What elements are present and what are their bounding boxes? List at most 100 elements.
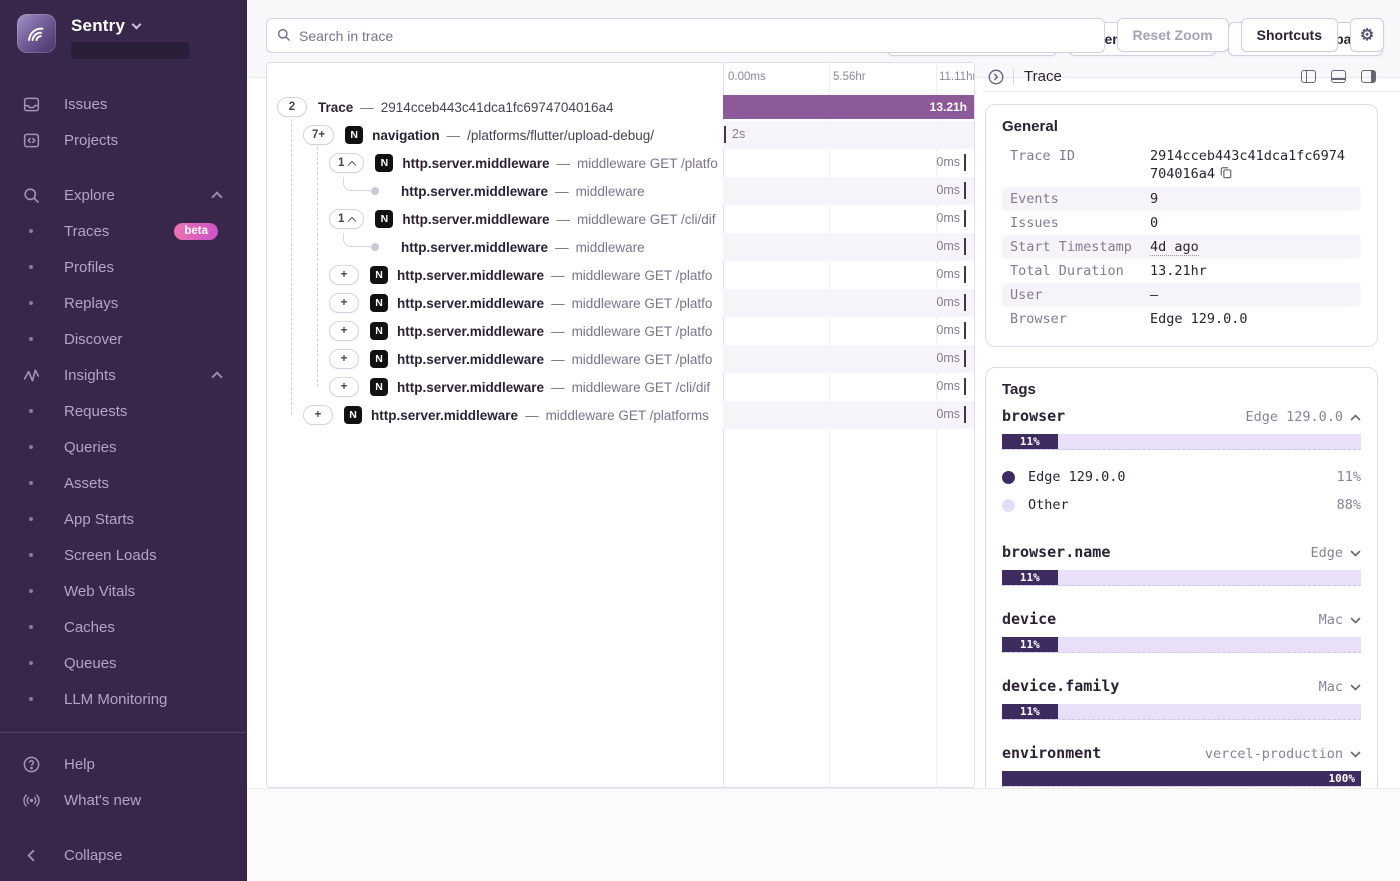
expand-children-pill[interactable]: + bbox=[329, 265, 359, 285]
tag-value-toggle[interactable]: vercel-production bbox=[1205, 746, 1361, 762]
tag-value-toggle[interactable]: Mac bbox=[1319, 679, 1361, 695]
trace-span-row[interactable]: +Nhttp.server.middleware—middleware GET … bbox=[267, 345, 974, 373]
trace-span-row[interactable]: +Nhttp.server.middleware—middleware GET … bbox=[267, 401, 974, 429]
timeline-tick-label: 5.56hr bbox=[833, 71, 866, 83]
issues-icon bbox=[22, 95, 41, 114]
expand-children-pill[interactable]: + bbox=[329, 321, 359, 341]
sidebar-item-what-s-new[interactable]: What's new bbox=[0, 782, 247, 818]
layout-left-icon[interactable] bbox=[1301, 70, 1316, 83]
sidebar-item-help[interactable]: Help bbox=[0, 746, 247, 782]
legend-row[interactable]: Other88% bbox=[1002, 491, 1361, 519]
sidebar-item-projects[interactable]: Projects bbox=[0, 122, 247, 158]
trace-span-row[interactable]: 7+Nnavigation—/platforms/flutter/upload-… bbox=[267, 121, 974, 149]
general-row-value: Edge 129.0.0 bbox=[1150, 310, 1248, 328]
sidebar-item-insights[interactable]: Insights bbox=[0, 357, 247, 393]
sidebar-divider bbox=[0, 732, 247, 733]
sidebar-item-explore[interactable]: Explore bbox=[0, 177, 247, 213]
shortcuts-button[interactable]: Shortcuts bbox=[1241, 18, 1338, 52]
tag-key: browser bbox=[1002, 407, 1065, 425]
sidebar-collapse-button[interactable]: Collapse bbox=[0, 837, 247, 873]
chevron-down-icon bbox=[1350, 612, 1361, 628]
copy-icon[interactable] bbox=[1220, 166, 1232, 184]
general-row-value: 0 bbox=[1150, 214, 1158, 232]
expand-children-pill[interactable]: 1 bbox=[329, 209, 364, 229]
sidebar-item-label: Projects bbox=[64, 132, 118, 149]
chevron-up-icon bbox=[211, 191, 222, 202]
sidebar-item-profiles[interactable]: Profiles bbox=[0, 249, 247, 285]
sidebar-item-screen-loads[interactable]: Screen Loads bbox=[0, 537, 247, 573]
span-separator: — bbox=[556, 156, 570, 171]
sidebar-item-web-vitals[interactable]: Web Vitals bbox=[0, 573, 247, 609]
tag-value-toggle[interactable]: Mac bbox=[1319, 612, 1361, 628]
tag-value-toggle[interactable]: Edge bbox=[1310, 545, 1361, 561]
general-row-browser: BrowserEdge 129.0.0 bbox=[1002, 307, 1361, 331]
sidebar-item-app-starts[interactable]: App Starts bbox=[0, 501, 247, 537]
tag-distribution-bar[interactable]: 11% bbox=[1002, 637, 1361, 653]
sidebar-item-issues[interactable]: Issues bbox=[0, 86, 247, 122]
legend-swatch-icon bbox=[1002, 499, 1015, 512]
trace-span-row[interactable]: http.server.middleware—middleware0ms bbox=[267, 233, 974, 261]
layout-right-icon[interactable] bbox=[1361, 70, 1376, 83]
trace-span-row[interactable]: +Nhttp.server.middleware—middleware GET … bbox=[267, 289, 974, 317]
tag-value-toggle[interactable]: Edge 129.0.0 bbox=[1245, 409, 1361, 425]
trace-span-row[interactable]: http.server.middleware—middleware0ms bbox=[267, 177, 974, 205]
tag-distribution-bar[interactable]: 11% bbox=[1002, 704, 1361, 720]
tag-distribution-bar[interactable]: 11% bbox=[1002, 570, 1361, 586]
tag-distribution-bar[interactable]: 100% bbox=[1002, 771, 1361, 787]
org-switcher[interactable]: Sentry bbox=[0, 14, 247, 76]
search-input[interactable] bbox=[266, 18, 1105, 53]
sidebar-item-traces[interactable]: Tracesbeta bbox=[0, 213, 247, 249]
sidebar-item-queries[interactable]: Queries bbox=[0, 429, 247, 465]
sidebar-item-requests[interactable]: Requests bbox=[0, 393, 247, 429]
help-icon bbox=[22, 755, 41, 774]
trace-span-row[interactable]: +Nhttp.server.middleware—middleware GET … bbox=[267, 373, 974, 401]
expand-children-pill[interactable]: + bbox=[329, 293, 359, 313]
layout-bottom-icon[interactable] bbox=[1331, 70, 1346, 83]
expand-children-pill[interactable]: + bbox=[329, 377, 359, 397]
sidebar-item-caches[interactable]: Caches bbox=[0, 609, 247, 645]
span-duration-bar[interactable]: 13.21h bbox=[723, 95, 974, 119]
sidebar-item-discover[interactable]: Discover bbox=[0, 321, 247, 357]
tag-header: environmentvercel-production bbox=[1002, 744, 1361, 762]
trace-span-row[interactable]: 1Nhttp.server.middleware—middleware GET … bbox=[267, 205, 974, 233]
reset-zoom-button[interactable]: Reset Zoom bbox=[1117, 18, 1229, 52]
trace-toolbar: Reset Zoom Shortcuts ⚙ bbox=[266, 18, 1384, 53]
span-description: middleware GET /platforms bbox=[546, 408, 709, 423]
pill-count: + bbox=[341, 381, 348, 393]
trace-span-row[interactable]: +Nhttp.server.middleware—middleware GET … bbox=[267, 317, 974, 345]
sidebar-item-llm-monitoring[interactable]: LLM Monitoring bbox=[0, 681, 247, 717]
trace-span-row[interactable]: 1Nhttp.server.middleware—middleware GET … bbox=[267, 149, 974, 177]
legend-row[interactable]: Edge 129.0.011% bbox=[1002, 463, 1361, 491]
underlined-value[interactable]: 4d ago bbox=[1150, 239, 1199, 256]
span-separator: — bbox=[551, 324, 565, 339]
sidebar-item-replays[interactable]: Replays bbox=[0, 285, 247, 321]
expand-children-pill[interactable]: + bbox=[303, 405, 333, 425]
bullet-icon bbox=[29, 409, 33, 413]
sidebar-item-queues[interactable]: Queues bbox=[0, 645, 247, 681]
expand-children-pill[interactable]: 2 bbox=[277, 97, 307, 117]
settings-gear-button[interactable]: ⚙ bbox=[1350, 18, 1384, 52]
trace-span-row[interactable]: 2Trace—2914cceb443c41dca1fc6974704016a41… bbox=[267, 93, 974, 121]
expand-panel-icon[interactable] bbox=[985, 66, 1007, 88]
span-duration-label: 0ms bbox=[936, 295, 960, 309]
span-description: middleware GET /platfo bbox=[572, 352, 713, 367]
span-tree-cell: 1Nhttp.server.middleware—middleware GET … bbox=[267, 149, 723, 177]
span-zero-bar bbox=[964, 210, 966, 227]
general-row-start-timestamp: Start Timestamp4d ago bbox=[1002, 235, 1361, 259]
bullet-icon bbox=[29, 265, 33, 269]
span-zero-bar bbox=[964, 266, 966, 283]
span-separator: — bbox=[551, 296, 565, 311]
trace-span-row[interactable]: +Nhttp.server.middleware—middleware GET … bbox=[267, 261, 974, 289]
expand-children-pill[interactable]: + bbox=[329, 349, 359, 369]
expand-children-pill[interactable]: 7+ bbox=[303, 125, 334, 145]
reset-zoom-label: Reset Zoom bbox=[1133, 27, 1213, 43]
pill-count: + bbox=[341, 297, 348, 309]
sidebar-item-assets[interactable]: Assets bbox=[0, 465, 247, 501]
details-header: Trace bbox=[983, 62, 1400, 92]
general-row-issues: Issues0 bbox=[1002, 211, 1361, 235]
expand-children-pill[interactable]: 1 bbox=[329, 153, 364, 173]
span-op-name: http.server.middleware bbox=[402, 212, 549, 227]
tag-distribution-bar[interactable]: 11% bbox=[1002, 434, 1361, 450]
sidebar-item-label: Insights bbox=[64, 367, 116, 384]
general-row-value: 13.21hr bbox=[1150, 262, 1207, 280]
